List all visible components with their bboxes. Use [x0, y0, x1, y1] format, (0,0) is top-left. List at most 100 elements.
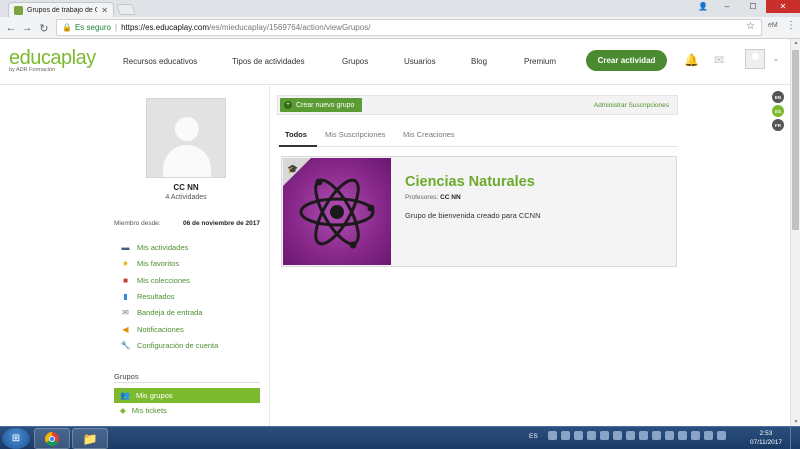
explorer-taskbar-button[interactable]: 📁: [72, 428, 108, 449]
browser-menu-icon[interactable]: ⋮: [786, 20, 796, 31]
nav-blog[interactable]: Blog: [471, 57, 487, 66]
sidebar-item-my-tickets[interactable]: ◆ Mis tickets: [120, 406, 167, 415]
sidebar-item-activities[interactable]: ▬ Mis actividades: [120, 241, 189, 253]
close-window-button[interactable]: ✕: [766, 0, 800, 13]
group-title[interactable]: Ciencias Naturales: [405, 174, 535, 190]
new-tab-button[interactable]: [115, 4, 137, 15]
logo-play: play: [61, 47, 96, 69]
tab-mis-suscripciones[interactable]: Mis Suscripciones: [325, 130, 385, 139]
teachers-value: CC NN: [440, 194, 461, 201]
windows-taskbar: ⊞ 📁 ES 2:53 07/11/2017: [0, 426, 800, 449]
educaplay-logo[interactable]: educaplay by ADR Formación: [9, 48, 96, 73]
clock-time: 2:53: [759, 430, 773, 437]
url-host: https://es.educaplay.com: [121, 23, 209, 32]
lang-es[interactable]: ES: [772, 105, 784, 117]
sidebar-item-label: Notificaciones: [137, 324, 184, 334]
manage-subscriptions-link[interactable]: Administrar Suscripciones: [594, 102, 669, 109]
lang-en[interactable]: EN: [772, 91, 784, 103]
wrench-icon: 🔧: [120, 340, 131, 350]
plus-icon: +: [284, 101, 292, 109]
inbox-icon: ✉: [122, 307, 129, 317]
teachers-label: Profesores:: [405, 194, 439, 201]
minimize-button[interactable]: –: [714, 0, 740, 13]
sidebar-item-label: Mis colecciones: [137, 275, 190, 285]
bookmark-star-icon[interactable]: ☆: [746, 21, 755, 32]
tray-icon[interactable]: [652, 431, 661, 440]
tray-icon[interactable]: [639, 431, 648, 440]
window-controls: 👤 – ☐ ✕: [692, 0, 800, 13]
mail-icon[interactable]: ✉: [714, 53, 724, 67]
system-clock[interactable]: 2:53 07/11/2017: [746, 429, 786, 447]
tab-mis-creaciones[interactable]: Mis Creaciones: [403, 130, 455, 139]
chevron-down-icon[interactable]: ⌄: [772, 53, 780, 64]
sidebar-item-results[interactable]: ▮ Resultados: [120, 290, 175, 302]
tray-icon[interactable]: [600, 431, 609, 440]
profile-activities: 4 Actividades: [165, 194, 207, 201]
sidebar-item-label: Mis grupos: [135, 391, 173, 400]
sidebar-item-my-groups[interactable]: 👥 Mis grupos: [114, 388, 260, 403]
tray-icon[interactable]: [587, 431, 596, 440]
tray-icon[interactable]: [717, 431, 726, 440]
member-since-label: Miembro desde:: [114, 220, 161, 227]
nav-tipos[interactable]: Tipos de actividades: [232, 57, 305, 66]
start-button[interactable]: ⊞: [2, 428, 30, 449]
sidebar-item-favorites[interactable]: ★ Mis favoritos: [120, 257, 179, 269]
tray-icon[interactable]: [665, 431, 674, 440]
input-language[interactable]: ES: [529, 433, 538, 440]
nav-grupos[interactable]: Grupos: [342, 57, 368, 66]
forward-icon[interactable]: →: [20, 21, 34, 35]
close-tab-icon[interactable]: ✕: [101, 6, 108, 15]
sidebar-item-collections[interactable]: ■ Mis colecciones: [120, 274, 190, 286]
graduation-cap-icon: 🎓: [287, 164, 299, 174]
user-avatar[interactable]: [745, 49, 765, 69]
show-desktop-button[interactable]: [790, 427, 800, 449]
chrome-icon: [45, 431, 59, 446]
chrome-taskbar-button[interactable]: [34, 428, 70, 449]
browser-tab-bar: Grupos de trabajo de CC ✕ 👤 – ☐ ✕: [0, 0, 800, 17]
profile-sidebar: CC NN 4 Actividades Miembro desde: 06 de…: [0, 86, 270, 426]
maximize-button[interactable]: ☐: [740, 0, 766, 13]
sidebar-item-label: Mis actividades: [137, 242, 189, 252]
create-group-button[interactable]: + Crear nuevo grupo: [280, 98, 363, 112]
tray-icon[interactable]: [691, 431, 700, 440]
group-card[interactable]: 🎓 Ciencias Naturales Profesores: CC NN G…: [281, 156, 677, 267]
scroll-down-icon[interactable]: ▼: [792, 419, 800, 425]
bell-icon[interactable]: 🔔: [684, 53, 699, 67]
tray-icon[interactable]: [548, 431, 557, 440]
sidebar-item-label: Resultados: [137, 291, 175, 301]
lang-fr[interactable]: FR: [772, 119, 784, 131]
profile-icon[interactable]: 👤: [692, 0, 714, 13]
ticket-icon: ◆: [120, 406, 126, 415]
address-bar[interactable]: 🔒 Es seguro | https://es.educaplay.com/e…: [56, 19, 762, 36]
member-since-value: 06 de noviembre de 2017: [183, 220, 260, 227]
back-icon[interactable]: ←: [4, 21, 18, 35]
browser-toolbar: ← → ↻ 🔒 Es seguro | https://es.educaplay…: [0, 17, 800, 39]
tray-icon[interactable]: [626, 431, 635, 440]
nav-premium[interactable]: Premium: [524, 57, 556, 66]
scroll-up-icon[interactable]: ▲: [792, 40, 800, 46]
profile-name[interactable]: CC NN: [146, 183, 226, 192]
sidebar-item-label: Configuración de cuenta: [137, 340, 219, 350]
sidebar-item-label: Bandeja de entrada: [137, 307, 203, 317]
tray-icon[interactable]: [574, 431, 583, 440]
browser-tab[interactable]: Grupos de trabajo de CC ✕: [8, 2, 114, 17]
create-activity-button[interactable]: Crear actividad: [586, 50, 667, 71]
scrollbar-thumb[interactable]: [792, 50, 799, 230]
collection-icon: ■: [123, 275, 128, 285]
system-tray: [548, 431, 726, 440]
tray-icon[interactable]: [613, 431, 622, 440]
tray-icon[interactable]: [561, 431, 570, 440]
tab-todos[interactable]: Todos: [285, 130, 307, 139]
nav-recursos[interactable]: Recursos educativos: [123, 57, 197, 66]
tray-icon[interactable]: [678, 431, 687, 440]
sidebar-item-settings[interactable]: 🔧 Configuración de cuenta: [120, 339, 219, 351]
extension-icon[interactable]: eM: [768, 22, 778, 29]
sidebar-item-notifications[interactable]: ◀ Notificaciones: [120, 323, 184, 335]
nav-usuarios[interactable]: Usuarios: [404, 57, 436, 66]
reload-icon[interactable]: ↻: [37, 21, 51, 35]
group-tabs: Todos Mis Suscripciones Mis Creaciones: [277, 123, 678, 147]
group-image[interactable]: 🎓: [283, 158, 391, 265]
page-scrollbar[interactable]: ▲ ▼: [790, 39, 800, 426]
sidebar-item-inbox[interactable]: ✉ Bandeja de entrada: [120, 306, 202, 318]
tray-icon[interactable]: [704, 431, 713, 440]
